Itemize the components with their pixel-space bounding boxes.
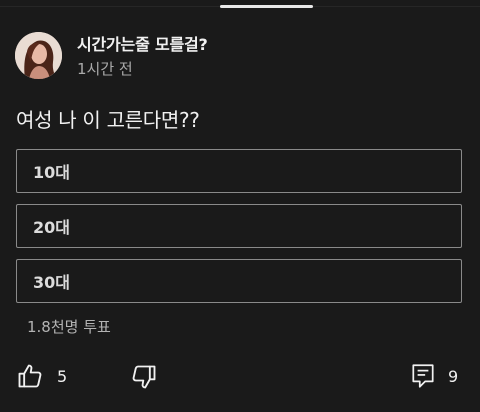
author-name[interactable]: 시간가는줄 모를걸? bbox=[77, 31, 208, 55]
thumb-up-icon bbox=[16, 362, 44, 390]
avatar[interactable] bbox=[15, 32, 62, 79]
poll-question: 여성 나 이 고른다면?? bbox=[16, 108, 200, 132]
like-count: 5 bbox=[57, 366, 68, 386]
thumb-down-icon bbox=[130, 363, 158, 391]
poll-option-3[interactable]: 30대 bbox=[16, 259, 462, 303]
poll-option-label: 30대 bbox=[33, 273, 70, 292]
avatar-image bbox=[15, 32, 62, 79]
poll-option-label: 10대 bbox=[33, 163, 70, 182]
tab-indicator bbox=[220, 5, 313, 8]
comment-icon bbox=[410, 362, 436, 390]
poll-option-2[interactable]: 20대 bbox=[16, 204, 462, 248]
comment-count: 9 bbox=[448, 366, 459, 386]
poll-option-1[interactable]: 10대 bbox=[16, 149, 462, 193]
dislike-button[interactable] bbox=[130, 363, 158, 391]
poll-option-label: 20대 bbox=[33, 218, 70, 237]
comment-button[interactable]: 9 bbox=[410, 362, 458, 390]
like-button[interactable]: 5 bbox=[16, 362, 67, 390]
vote-count: 1.8천명 투표 bbox=[27, 318, 111, 336]
post-timestamp: 1시간 전 bbox=[77, 60, 133, 78]
